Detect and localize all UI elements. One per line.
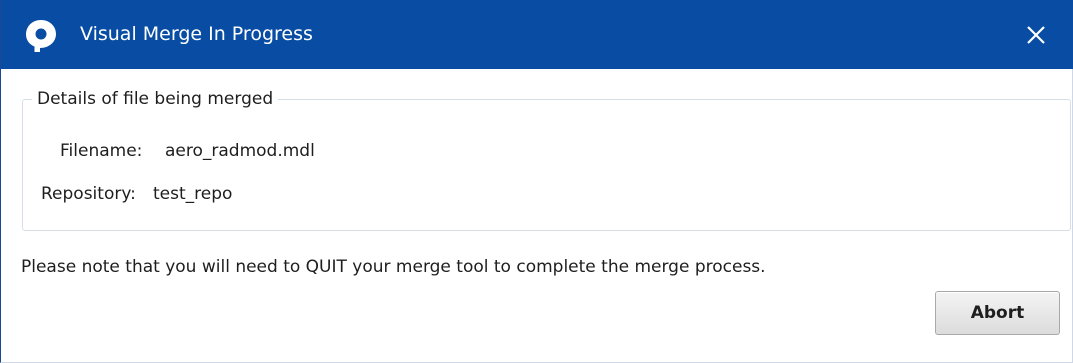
- close-icon[interactable]: [1023, 22, 1049, 48]
- filename-value: aero_radmod.mdl: [165, 141, 315, 161]
- location-pin-icon: [26, 20, 56, 52]
- merge-progress-dialog: Visual Merge In Progress Details of file…: [0, 0, 1073, 363]
- abort-button[interactable]: Abort: [935, 291, 1060, 335]
- details-group-legend: Details of file being merged: [32, 87, 279, 111]
- merge-note: Please note that you will need to QUIT y…: [21, 257, 766, 277]
- details-groupbox: [22, 99, 1071, 231]
- filename-label: Filename:: [60, 141, 143, 161]
- repository-label: Repository:: [41, 184, 136, 204]
- repository-value: test_repo: [153, 184, 233, 204]
- title-bar: Visual Merge In Progress: [1, 0, 1073, 69]
- window-title: Visual Merge In Progress: [80, 23, 313, 45]
